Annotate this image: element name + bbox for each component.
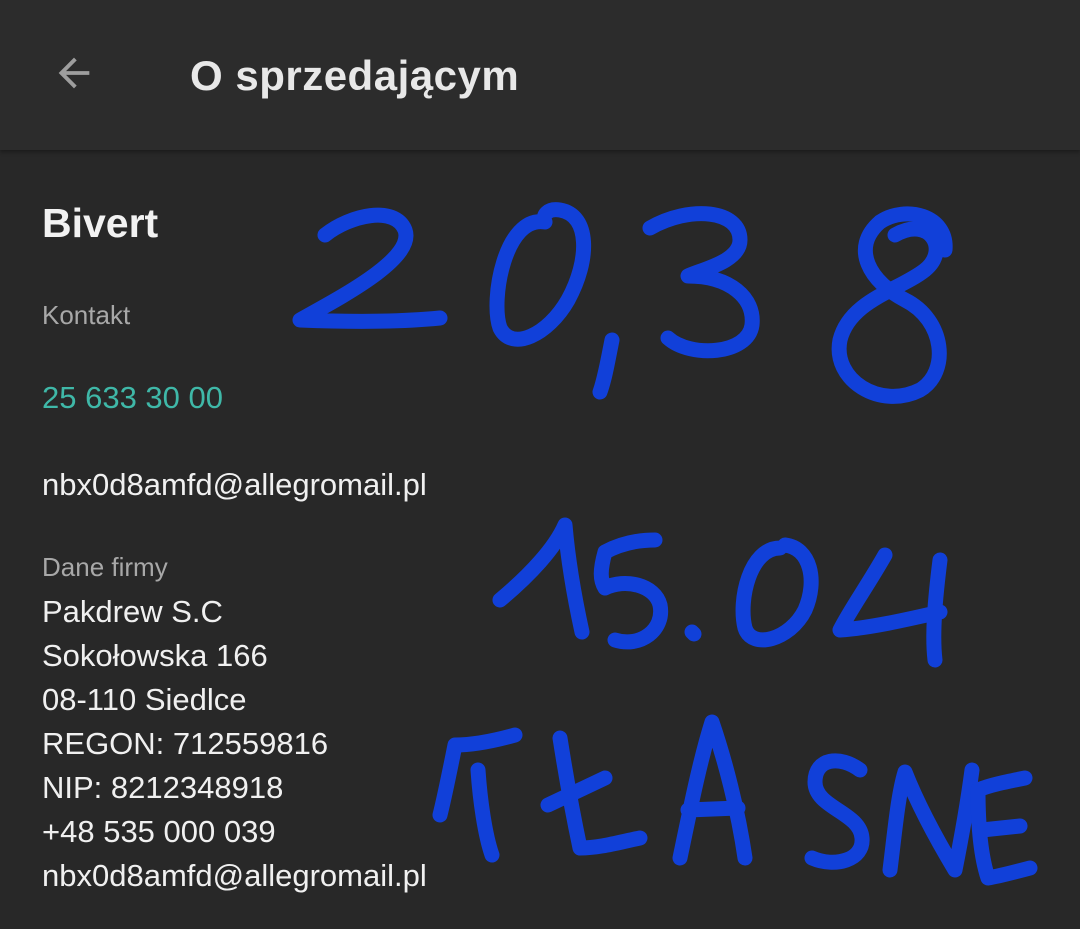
seller-info-screen: O sprzedającym Bivert Kontakt 25 633 30 …	[0, 0, 1080, 929]
company-street: Sokołowska 166	[42, 638, 268, 673]
company-regon: REGON: 712559816	[42, 726, 329, 761]
contact-section-label: Kontakt	[42, 300, 131, 330]
back-button[interactable]	[44, 45, 104, 105]
app-bar: O sprzedającym	[0, 0, 1080, 150]
arrow-left-icon	[51, 50, 97, 101]
company-name: Pakdrew S.C	[42, 594, 223, 629]
company-details: Pakdrew S.C Sokołowska 166 08-110 Siedlc…	[42, 590, 427, 898]
phone-link[interactable]: 25 633 30 00	[42, 380, 223, 416]
contact-email[interactable]: nbx0d8amfd@allegromail.pl	[42, 467, 427, 503]
company-email: nbx0d8amfd@allegromail.pl	[42, 858, 427, 893]
seller-name: Bivert	[42, 200, 159, 246]
company-city: 08-110 Siedlce	[42, 682, 247, 717]
company-section-label: Dane firmy	[42, 552, 168, 582]
page-title: O sprzedającym	[190, 52, 520, 99]
company-nip: NIP: 8212348918	[42, 770, 284, 805]
company-phone: +48 535 000 039	[42, 814, 276, 849]
